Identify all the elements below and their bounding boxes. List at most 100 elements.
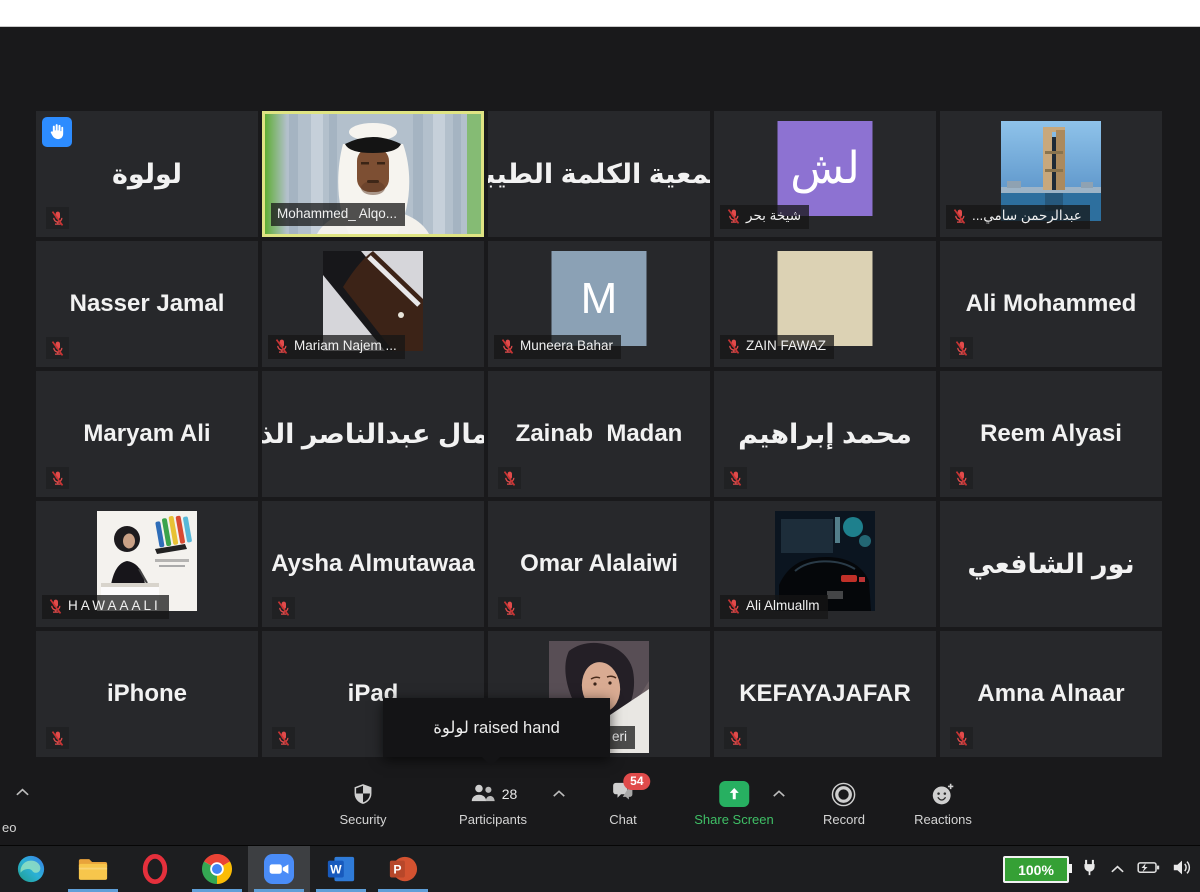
zoom-icon [264,854,294,884]
muted-mic-icon [498,597,521,619]
participant-tile[interactable]: Ali Mohammed [940,241,1162,367]
participant-name: Zainab Madan [488,371,710,497]
participant-name: Ali Mohammed [940,241,1162,367]
participant-name: Omar Alalaiwi [488,501,710,627]
taskbar-chrome-button[interactable] [186,846,248,892]
file-explorer-icon [77,856,109,883]
share-screen-label: Share Screen [694,812,774,827]
plug-icon[interactable] [1081,859,1098,881]
participant-name: جمال عبدالناصر الذ... [262,371,484,497]
taskbar-edge-button[interactable] [0,846,62,892]
participant-tile[interactable]: Ali Almuallm [714,501,936,627]
participant-tile[interactable]: Zainab Madan [488,371,710,497]
participant-name: شيخة بحر [746,208,801,224]
participant-name: eri [612,729,627,745]
raised-hand-icon [42,117,72,147]
muted-mic-icon [726,598,741,615]
chat-label: Chat [609,812,636,827]
participant-tile[interactable]: Amna Alnaar [940,631,1162,757]
muted-mic-icon [46,337,69,359]
muted-mic-icon [272,597,295,619]
participant-name: Reem Alyasi [940,371,1162,497]
chat-button[interactable]: 54 Chat [609,781,636,827]
participant-tile[interactable]: Maryam Ali [36,371,258,497]
taskbar-opera-button[interactable] [124,846,186,892]
participant-tile[interactable]: نور الشافعي [940,501,1162,627]
participant-name-label: Mohammed_ Alqo... [271,203,405,226]
chrome-icon [202,854,232,884]
system-tray: 100% [1003,846,1192,892]
muted-mic-icon [724,727,747,749]
opera-icon [140,854,170,884]
participant-name: Maryam Ali [36,371,258,497]
battery-indicator[interactable]: 100% [1003,856,1069,883]
reactions-icon [931,781,956,807]
taskbar-zoom-button[interactable] [248,846,310,892]
muted-mic-icon [500,338,515,355]
record-label: Record [823,812,865,827]
battery-charging-icon[interactable] [1137,860,1160,880]
security-button[interactable]: Security [340,781,387,827]
participants-button[interactable]: 28 Participants [459,781,527,827]
participant-tile[interactable]: جمعية الكلمة الطيبة [488,111,710,237]
participant-name: Nasser Jamal [36,241,258,367]
reactions-label: Reactions [914,812,972,827]
participant-tile[interactable]: ZAIN FAWAZ [714,241,936,367]
participants-caret[interactable] [552,789,566,798]
share-screen-caret[interactable] [772,789,786,798]
video-button-partial-label[interactable]: eo [2,820,16,835]
participant-name-label: Mariam Najem ... [268,335,405,359]
participant-tile[interactable]: iPhone [36,631,258,757]
participant-name-label: eri [606,726,635,749]
participant-tile[interactable]: Nasser Jamal [36,241,258,367]
powerpoint-icon: P [388,854,418,884]
participant-tile[interactable]: Omar Alalaiwi [488,501,710,627]
participant-tile[interactable]: لش شيخة بحر [714,111,936,237]
participant-tile[interactable]: لولوة [36,111,258,237]
participant-tile[interactable]: جمال عبدالناصر الذ... [262,371,484,497]
participant-name-label: Muneera Bahar [494,335,621,359]
taskbar-powerpoint-button[interactable]: P [372,846,434,892]
participant-tile[interactable]: Mohammed_ Alqo... [262,111,484,237]
raised-hand-tooltip: لولوة raised hand [383,698,610,757]
participant-name: iPhone [36,631,258,757]
windows-taskbar: W P 100% [0,845,1200,892]
participant-name: نور الشافعي [940,501,1162,627]
muted-mic-icon [46,727,69,749]
participants-grid: لولوة Mohammed_ Alqo... جمعية الكلمة الطي… [36,111,1162,757]
taskbar-word-button[interactable]: W [310,846,372,892]
participant-tile[interactable]: HAWAAALI [36,501,258,627]
share-screen-icon [719,781,749,807]
participant-tile[interactable]: Reem Alyasi [940,371,1162,497]
participant-tile[interactable]: Aysha Almutawaa [262,501,484,627]
muted-mic-icon [950,727,973,749]
reactions-button[interactable]: Reactions [914,781,972,827]
edge-icon [16,854,46,884]
participant-tile[interactable]: KEFAYAJAFAR [714,631,936,757]
participant-name-label: شيخة بحر [720,205,809,229]
taskbar-file-explorer-button[interactable] [62,846,124,892]
muted-mic-icon [48,598,63,615]
participant-name-label: ZAIN FAWAZ [720,335,834,359]
participant-name: ZAIN FAWAZ [746,338,826,354]
participant-tile[interactable]: M Muneera Bahar [488,241,710,367]
participant-tile[interactable]: عبدالرحمن سامي... [940,111,1162,237]
tooltip-text: لولوة raised hand [433,718,560,738]
participant-name: عبدالرحمن سامي... [972,208,1082,224]
video-options-caret[interactable] [15,787,30,797]
share-screen-button[interactable]: Share Screen [694,781,774,827]
participant-name: جمعية الكلمة الطيبة [488,111,710,237]
record-icon [831,781,856,807]
letter-avatar: لش [778,121,873,216]
participant-name: محمد إبراهيم [714,371,936,497]
participant-name: Mariam Najem ... [294,338,397,354]
participant-tile[interactable]: محمد إبراهيم [714,371,936,497]
volume-icon[interactable] [1172,859,1192,881]
battery-percent: 100% [1018,862,1054,878]
letter-avatar: M [552,251,647,346]
participant-tile[interactable]: Mariam Najem ... [262,241,484,367]
muted-mic-icon [724,467,747,489]
hidden-icons-caret[interactable] [1110,861,1125,879]
participant-name: Muneera Bahar [520,338,613,354]
record-button[interactable]: Record [823,781,865,827]
